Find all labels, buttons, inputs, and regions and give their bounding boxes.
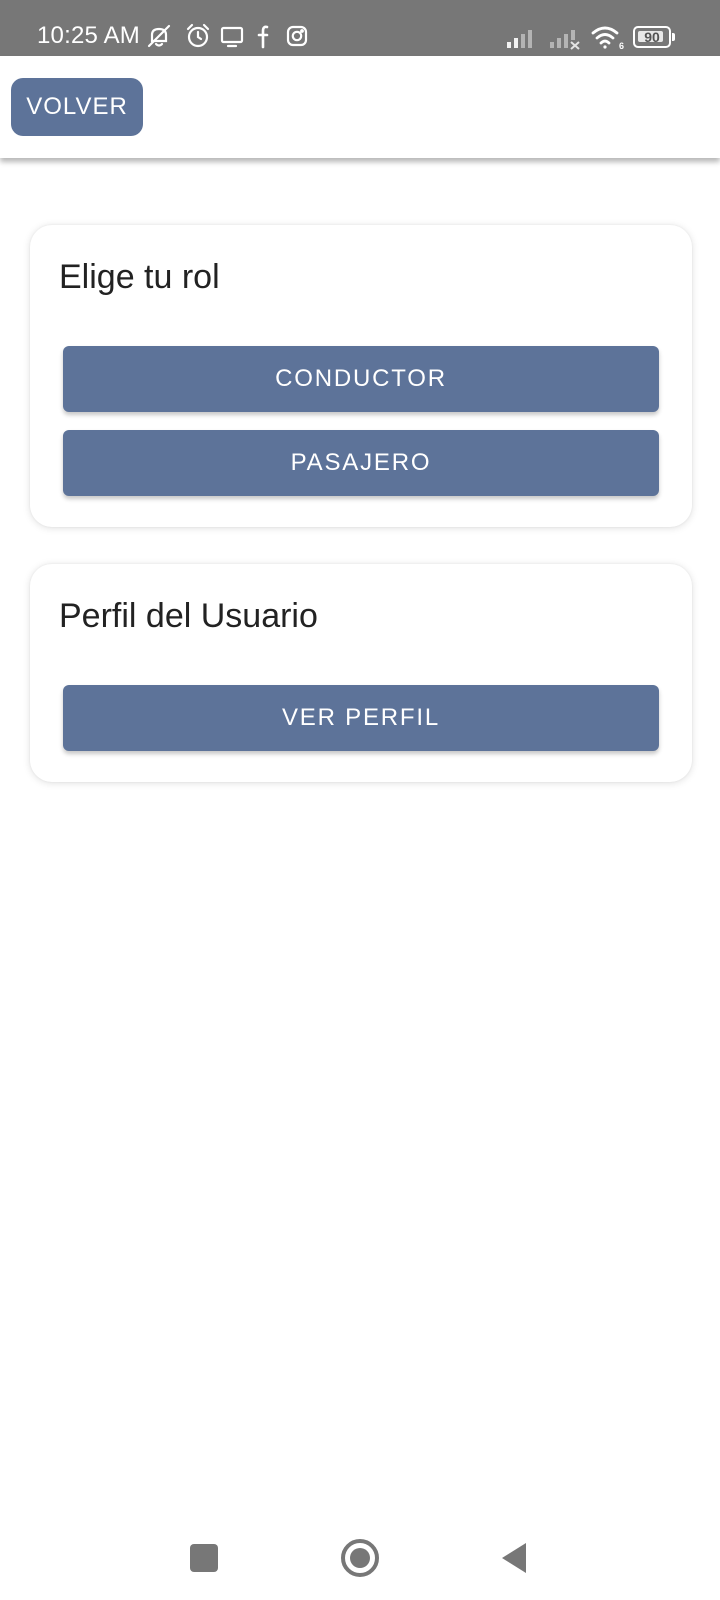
facebook-icon (250, 22, 278, 50)
wifi-label: 6 (619, 41, 624, 50)
navigation-bar (0, 1520, 720, 1600)
battery-indicator: 90 (633, 26, 675, 48)
conductor-button[interactable]: CONDUCTOR (63, 346, 659, 412)
profile-card-title: Perfil del Usuario (59, 597, 318, 635)
battery-cap (672, 33, 675, 41)
alarm-icon (184, 22, 212, 50)
instagram-icon (283, 22, 311, 50)
signal-no-service-icon (548, 22, 584, 50)
role-card: Elige tu rol CONDUCTOR PASAJERO (30, 225, 692, 527)
status-bar: 10:25 AM 6 90 (0, 0, 720, 56)
status-time: 10:25 AM (37, 22, 141, 49)
back-icon[interactable] (494, 1536, 538, 1580)
signal-strength-icon (505, 22, 539, 50)
app-bar: VOLVER (0, 56, 720, 158)
role-card-title: Elige tu rol (59, 258, 220, 296)
notifications-muted-icon (145, 22, 173, 50)
profile-card: Perfil del Usuario VER PERFIL (30, 564, 692, 782)
cast-screen-icon (218, 22, 246, 50)
wifi-icon: 6 (590, 22, 626, 50)
recents-icon[interactable] (182, 1536, 226, 1580)
back-button[interactable]: VOLVER (11, 78, 143, 136)
view-profile-button[interactable]: VER PERFIL (63, 685, 659, 751)
pasajero-button[interactable]: PASAJERO (63, 430, 659, 496)
home-icon[interactable] (338, 1536, 382, 1580)
battery-level: 90 (644, 29, 660, 45)
